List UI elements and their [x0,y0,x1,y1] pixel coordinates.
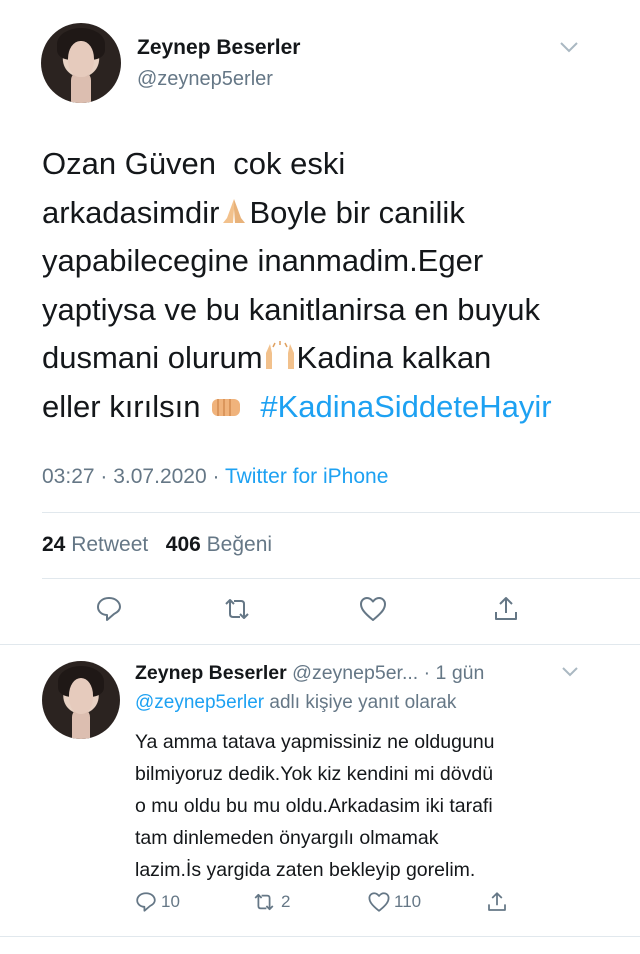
tweet-text: Ozan Güven cok eski arkadasimdir Boyle bi… [42,140,602,431]
divider [42,578,640,579]
author-name[interactable]: Zeynep Beserler [137,36,300,60]
retweets-stat[interactable]: 24 Retweet [42,533,148,556]
engagement-counts: 24 Retweet 406 Beğeni [42,533,272,557]
reply-icon [136,892,156,912]
share-icon [495,597,517,620]
retweet-count: 2 [281,892,291,911]
share-button[interactable] [489,592,523,626]
divider [0,936,640,937]
author-handle[interactable]: @zeynep5erler [137,68,273,91]
retweet-icon [254,893,274,911]
like-count: 110 [394,892,422,911]
retweet-icon [225,599,249,619]
replying-to-handle-link[interactable]: @zeynep5erler [135,692,264,713]
avatar-neck [71,710,91,739]
reply-share-button[interactable] [485,889,509,915]
heart-icon [360,597,386,621]
tweet-date[interactable]: 3.07.2020 [113,465,206,488]
chevron-down-icon[interactable] [561,666,579,678]
avatar-face [68,678,94,715]
divider [0,644,640,645]
retweet-button[interactable] [220,592,254,626]
like-button[interactable] [356,592,390,626]
reply-text: Ya amma tatava yapmissiniz ne oldugunu b… [135,731,495,881]
tweet-meta: 03:27 · 3.07.2020 · Twitter for iPhone [42,465,389,488]
reply-author-avatar[interactable] [42,661,120,739]
avatar-face [68,40,94,78]
praying-hands-emoji [223,198,246,223]
replying-to: @zeynep5erler adlı kişiye yanıt olarak [135,692,456,714]
heart-icon [368,892,390,912]
likes-stat[interactable]: 406 Beğeni [166,533,272,556]
divider [42,512,640,513]
tweet-source-link[interactable]: Twitter for iPhone [225,465,388,488]
reply-author-handle[interactable]: @zeynep5er... [292,662,418,684]
tweet-time: 03:27 [42,465,95,488]
hashtag-link[interactable]: #KadinaSiddeteHayir [260,389,551,424]
reply-retweet-button[interactable]: 2 [250,890,290,914]
reply-icon [97,597,121,621]
reply-button[interactable] [92,592,126,626]
reply-count: 10 [161,892,180,911]
fist-emoji [212,398,241,416]
reply-like-button[interactable]: 110 [367,890,421,914]
reply-author-name[interactable]: Zeynep Beserler [135,662,287,684]
author-avatar[interactable] [41,23,121,103]
reply-age: · 1 gün [423,662,485,684]
reply-header: Zeynep Beserler @zeynep5er... · 1 gün [135,662,484,685]
raised-hands-emoji [265,341,294,369]
share-icon [488,892,506,911]
replying-to-label: adlı kişiye yanıt olarak [269,692,457,713]
chevron-down-icon[interactable] [558,40,580,54]
avatar-neck [71,74,91,103]
reply-reply-button[interactable]: 10 [134,890,180,914]
